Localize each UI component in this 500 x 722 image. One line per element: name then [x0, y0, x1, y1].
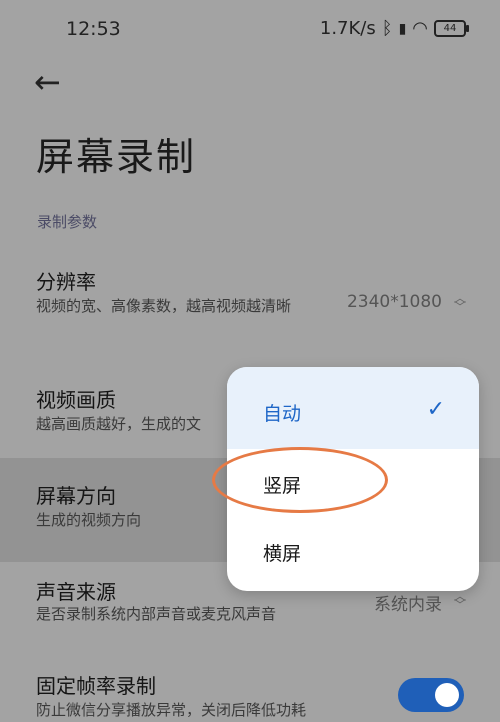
setting-title: 声音来源	[36, 580, 116, 604]
status-bar: 12:53 1.7K/s ᛒ ▮ ◠ 44	[0, 0, 500, 60]
network-speed: 1.7K/s	[319, 18, 376, 39]
setting-value: 系统内录	[374, 595, 442, 615]
page-title: 屏幕录制	[36, 135, 197, 179]
status-time: 12:53	[66, 18, 121, 40]
setting-resolution[interactable]: 分辨率 视频的宽、高像素数，越高视频越清晰 2340*1080 ︿ ﹀	[0, 262, 500, 348]
setting-description: 是否录制系统内部声音或麦克风声音	[36, 605, 277, 623]
battery-level: 44	[443, 23, 457, 34]
setting-title: 分辨率	[36, 270, 96, 294]
updown-chevron-icon: ︿ ﹀	[453, 589, 466, 612]
option-label: 自动	[263, 403, 302, 425]
option-auto[interactable]: 自动 ✓	[227, 367, 479, 449]
setting-title: 视频画质	[36, 388, 116, 412]
frame-rate-toggle[interactable]	[398, 678, 464, 712]
option-label: 横屏	[263, 543, 302, 565]
annotation-circle	[212, 447, 388, 513]
updown-chevron-icon: ︿ ﹀	[453, 291, 466, 314]
toggle-knob	[435, 683, 459, 707]
setting-title: 固定帧率录制	[36, 674, 156, 698]
setting-description: 防止微信分享播放异常，关闭后降低功耗	[36, 701, 307, 719]
setting-description: 视频的宽、高像素数，越高视频越清晰	[36, 297, 292, 315]
section-header: 录制参数	[37, 213, 98, 231]
status-icons: 1.7K/s ᛒ ▮ ◠ 44	[319, 18, 469, 39]
check-icon: ✓	[426, 397, 445, 422]
bluetooth-icon: ᛒ	[381, 18, 393, 39]
wifi-icon: ◠	[412, 18, 428, 39]
setting-description: 越高画质越好，生成的文	[36, 415, 202, 433]
setting-description: 生成的视频方向	[36, 511, 142, 529]
setting-value: 2340*1080	[346, 292, 442, 312]
option-landscape[interactable]: 横屏	[227, 517, 479, 585]
battery-icon: 44	[434, 20, 469, 37]
signal-icon: ▮	[398, 20, 407, 37]
back-arrow-icon[interactable]: ←	[34, 62, 74, 102]
setting-title: 屏幕方向	[36, 484, 116, 508]
